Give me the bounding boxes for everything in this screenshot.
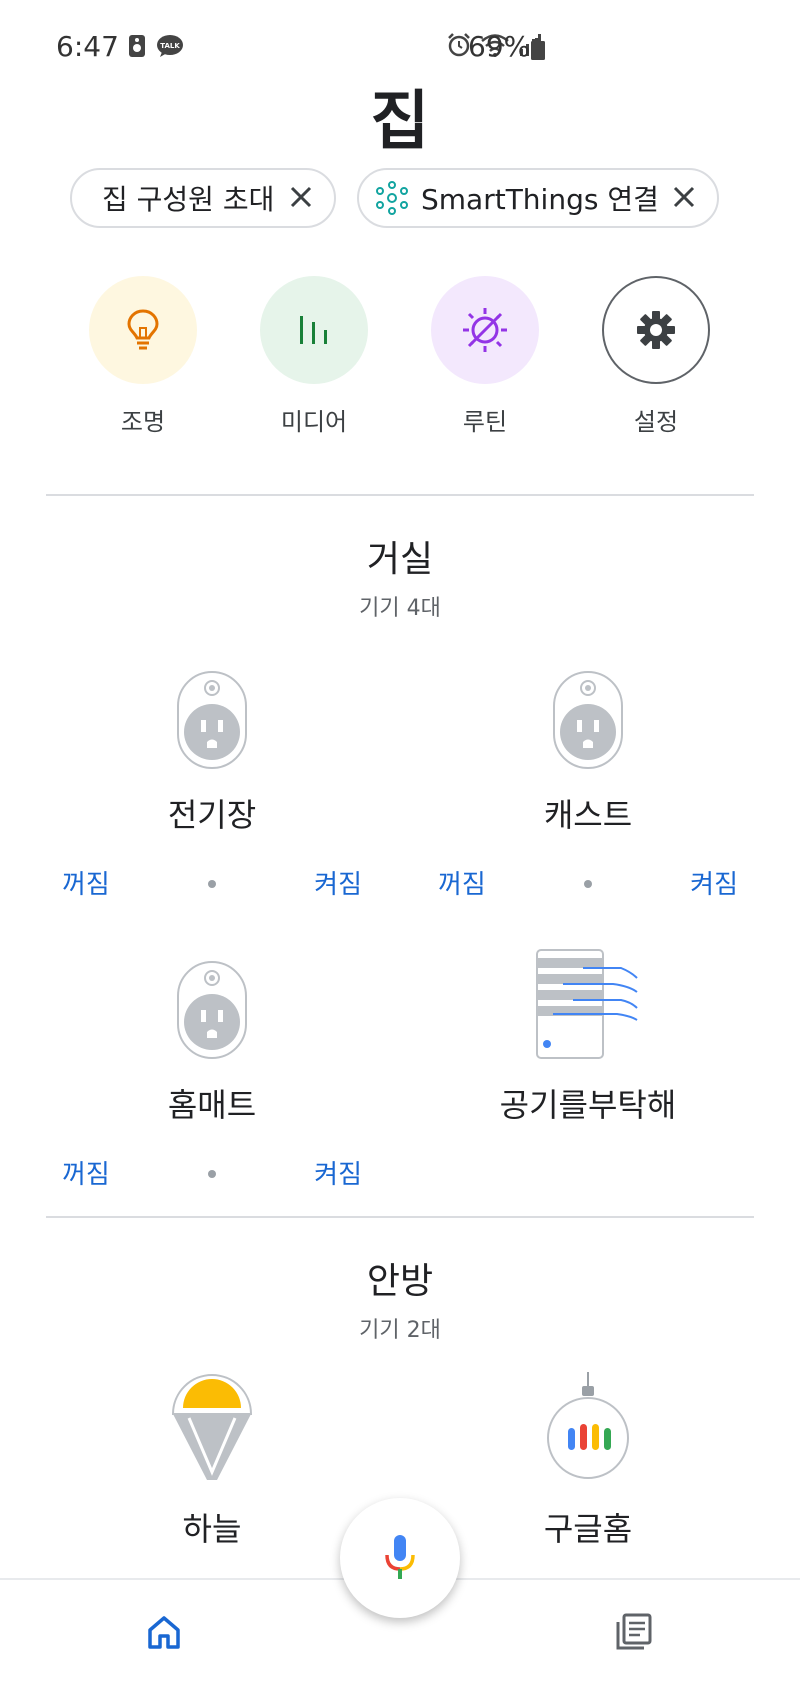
quick-action-label: 미디어 [280,408,348,436]
device-card-air-purifier[interactable]: 공기를부탁해 [438,940,738,1126]
room-device-count: 기기 2대 [359,1318,441,1343]
quick-action-settings[interactable]: 설정 [601,276,711,437]
device-card-cast[interactable]: 캐스트 꺼짐 켜짐 [438,660,738,904]
device-card-homemat[interactable]: 홈매트 꺼짐 켜짐 [62,950,362,1194]
power-on-button[interactable]: 켜짐 [314,1154,362,1191]
power-on-button[interactable]: 켜짐 [690,864,738,901]
device-name: 공기를부탁해 [499,1086,677,1124]
lights-button[interactable] [89,276,197,384]
device-name: 구글홈 [543,1510,633,1548]
device-card-sky-light[interactable]: 하늘 [62,1372,362,1550]
smartthings-connect-chip[interactable]: SmartThings 연결 [357,168,719,228]
device-card-electric-blanket[interactable]: 전기장 꺼짐 켜짐 [62,660,362,904]
separator-dot [208,1170,216,1178]
room-title-living[interactable]: 거실 [0,530,800,582]
media-bars-icon [300,316,327,344]
smartthings-chip-label: SmartThings 연결 [421,183,659,216]
settings-button[interactable] [602,276,710,384]
quick-action-media[interactable]: 미디어 [259,276,369,437]
battery-icon [531,38,545,60]
device-power-actions: 꺼짐 켜짐 [62,1154,362,1194]
smartthings-icon [376,181,408,215]
smart-plug-icon [177,961,247,1059]
invite-member-chip[interactable]: 집 구성원 초대 [70,168,336,228]
smart-plug-icon [177,671,247,769]
power-on-button[interactable]: 켜짐 [314,864,362,901]
assistant-mic-button[interactable] [340,1498,460,1618]
page-title: 집 [370,85,430,159]
separator-dot [208,880,216,888]
battery-percent: 69% [468,30,531,63]
speaker-icon [129,35,145,57]
power-off-button[interactable]: 꺼짐 [438,864,486,901]
feed-icon[interactable] [614,1612,654,1652]
kakaotalk-icon: TALK [157,35,183,57]
smart-plug-icon [553,671,623,769]
routine-sun-icon [463,308,507,352]
device-name: 홈매트 [167,1086,257,1124]
device-name: 전기장 [167,796,257,834]
quick-action-label: 조명 [120,408,166,436]
room-device-count: 기기 4대 [359,596,441,621]
device-name: 하늘 [182,1510,242,1548]
close-icon[interactable] [286,182,316,212]
device-name: 캐스트 [543,796,633,834]
section-divider [46,1216,754,1218]
home-icon[interactable] [146,1614,182,1650]
status-notification-icons: TALK [128,34,184,58]
room-title-bedroom[interactable]: 안방 [0,1252,800,1304]
kakaotalk-badge-text: TALK [160,42,180,50]
google-home-speaker-icon [547,1372,629,1479]
air-purifier-icon [536,949,638,1059]
device-power-actions: 꺼짐 켜짐 [62,864,362,904]
separator-dot [584,880,592,888]
quick-action-routines[interactable]: 루틴 [430,276,540,437]
close-icon[interactable] [669,182,699,212]
device-card-google-home[interactable]: 구글홈 [438,1372,738,1550]
quick-action-label: 설정 [633,408,679,436]
mic-icon [385,1535,415,1579]
status-time: 6:47 [56,30,119,63]
power-off-button[interactable]: 꺼짐 [62,1154,110,1191]
invite-chip-label: 집 구성원 초대 [102,183,275,216]
section-divider [46,494,754,496]
device-power-actions: 꺼짐 켜짐 [438,864,738,904]
gear-icon [637,311,675,349]
lightbulb-icon [127,309,159,350]
media-button[interactable] [260,276,368,384]
routines-button[interactable] [431,276,539,384]
quick-action-lights[interactable]: 조명 [88,276,198,437]
light-bulb-device-icon [171,1374,253,1480]
power-off-button[interactable]: 꺼짐 [62,864,110,901]
quick-action-label: 루틴 [462,408,508,436]
